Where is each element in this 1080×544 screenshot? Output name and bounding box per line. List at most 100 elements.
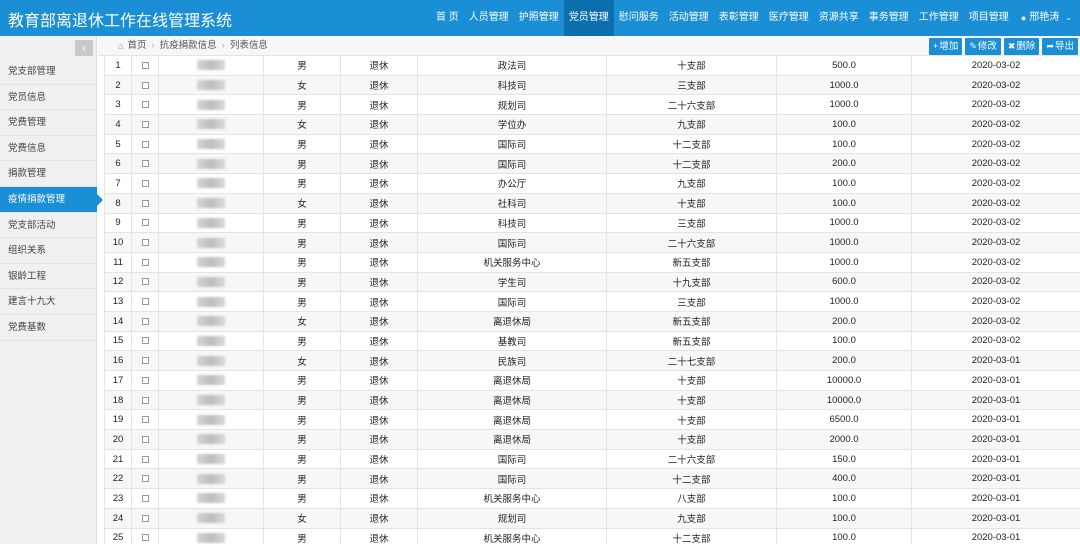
sidebar-item[interactable]: 建言十九大 bbox=[0, 289, 97, 315]
row-checkbox[interactable] bbox=[141, 416, 149, 424]
nav-item[interactable]: 首 页 bbox=[431, 0, 464, 36]
user-menu[interactable]: ● 邢艳涛 ⌄ bbox=[1021, 0, 1072, 36]
sidebar-item[interactable]: 捐款管理 bbox=[0, 161, 97, 187]
nav-item[interactable]: 表彰管理 bbox=[714, 0, 764, 36]
checkbox-cell bbox=[131, 350, 159, 371]
table-row[interactable]: 6 男退休 国际司 十二支部 200.0 2020-03-02 bbox=[104, 153, 1080, 175]
row-checkbox[interactable] bbox=[141, 81, 149, 89]
export-button-label: 导出 bbox=[1054, 41, 1074, 52]
row-checkbox[interactable] bbox=[141, 514, 149, 522]
nav-item[interactable]: 人员管理 bbox=[464, 0, 514, 36]
table-row[interactable]: 9 男退休 科技司 三支部 1000.0 2020-03-02 bbox=[104, 212, 1080, 234]
row-checkbox[interactable] bbox=[141, 494, 149, 502]
amount-cell: 1000.0 bbox=[776, 251, 912, 273]
row-checkbox[interactable] bbox=[141, 258, 149, 266]
row-checkbox[interactable] bbox=[141, 337, 149, 345]
export-icon: ➦ bbox=[1046, 41, 1054, 51]
sidebar-item[interactable]: 党员信息 bbox=[0, 85, 97, 111]
table-row[interactable]: 14 女退休 离退休局 新五支部 200.0 2020-03-02 bbox=[104, 310, 1080, 332]
table-row[interactable]: 10 男退休 国际司 二十六支部 1000.0 2020-03-02 bbox=[104, 232, 1080, 253]
export-button[interactable]: ➦导出 bbox=[1042, 38, 1078, 55]
table-row[interactable]: 8 女退休 社科司 十支部 100.0 2020-03-02 bbox=[104, 192, 1080, 214]
gender-cell: 男 bbox=[263, 133, 341, 155]
row-checkbox[interactable] bbox=[141, 199, 149, 207]
row-checkbox[interactable] bbox=[141, 435, 149, 443]
row-checkbox[interactable] bbox=[141, 298, 149, 306]
status-cell: 退休 bbox=[340, 370, 418, 391]
row-number-cell: 10 bbox=[104, 232, 132, 253]
nav-item[interactable]: 资源共享 bbox=[814, 0, 864, 36]
row-checkbox[interactable] bbox=[141, 317, 149, 325]
table-row[interactable]: 25 男退休 机关服务中心 十二支部 100.0 2020-03-01 bbox=[104, 527, 1080, 544]
table-row[interactable]: 13 男退休 国际司 三支部 1000.0 2020-03-02 bbox=[104, 291, 1080, 312]
sidebar-item[interactable]: 党费管理 bbox=[0, 110, 97, 136]
add-button[interactable]: +增加 bbox=[929, 38, 963, 55]
sidebar-item[interactable]: 疫情捐款管理 bbox=[0, 186, 103, 213]
plus-icon: + bbox=[933, 41, 939, 51]
nav-item[interactable]: 项目管理 bbox=[964, 0, 1014, 36]
table-row[interactable]: 12 男退休 学生司 十九支部 600.0 2020-03-02 bbox=[104, 271, 1080, 293]
collapse-sidebar-button[interactable]: ‹ bbox=[75, 40, 93, 56]
amount-cell: 400.0 bbox=[776, 468, 912, 490]
redacted-name bbox=[197, 316, 225, 327]
edit-button[interactable]: ✎修改 bbox=[965, 38, 1001, 55]
table-row[interactable]: 20 男退休 离退休局 十支部 2000.0 2020-03-01 bbox=[104, 429, 1080, 450]
table-row[interactable]: 2 女退休 科技司 三支部 1000.0 2020-03-02 bbox=[104, 74, 1080, 96]
name-cell-redacted bbox=[158, 488, 264, 509]
table-row[interactable]: 16 女退休 民族司 二十七支部 200.0 2020-03-01 bbox=[104, 350, 1080, 371]
table-row[interactable]: 3 男退休 规划司 二十六支部 1000.0 2020-03-02 bbox=[104, 94, 1080, 116]
table-row[interactable]: 15 男退休 基教司 新五支部 100.0 2020-03-02 bbox=[104, 330, 1080, 352]
sidebar-item[interactable]: 组织关系 bbox=[0, 238, 97, 264]
row-checkbox[interactable] bbox=[141, 396, 149, 404]
date-cell: 2020-03-01 bbox=[911, 488, 1080, 509]
row-checkbox[interactable] bbox=[141, 61, 149, 69]
sidebar-item[interactable]: 党费基数 bbox=[0, 315, 97, 341]
row-checkbox[interactable] bbox=[141, 120, 149, 128]
table-row[interactable]: 23 男退休 机关服务中心 八支部 100.0 2020-03-01 bbox=[104, 488, 1080, 509]
row-checkbox[interactable] bbox=[141, 140, 149, 148]
table-row[interactable]: 5 男退休 国际司 十二支部 100.0 2020-03-02 bbox=[104, 133, 1080, 155]
nav-item[interactable]: 慰问服务 bbox=[614, 0, 664, 36]
nav-item[interactable]: 活动管理 bbox=[664, 0, 714, 36]
checkbox-cell bbox=[131, 133, 159, 155]
breadcrumb-level1[interactable]: 抗疫捐款信息 bbox=[160, 36, 217, 56]
row-checkbox[interactable] bbox=[141, 475, 149, 483]
table-row[interactable]: 24 女退休 规划司 九支部 100.0 2020-03-01 bbox=[104, 507, 1080, 529]
row-checkbox[interactable] bbox=[141, 101, 149, 109]
sidebar-item[interactable]: 银龄工程 bbox=[0, 264, 97, 290]
table-row[interactable]: 17 男退休 离退休局 十支部 10000.0 2020-03-01 bbox=[104, 370, 1080, 391]
table-row[interactable]: 21 男退休 国际司 二十六支部 150.0 2020-03-01 bbox=[104, 448, 1080, 470]
row-checkbox[interactable] bbox=[141, 179, 149, 187]
sidebar-item[interactable]: 党费信息 bbox=[0, 136, 97, 162]
date-cell: 2020-03-02 bbox=[911, 55, 1080, 76]
row-checkbox[interactable] bbox=[141, 219, 149, 227]
row-checkbox[interactable] bbox=[141, 357, 149, 365]
table-row[interactable]: 18 男退休 离退休局 十支部 10000.0 2020-03-01 bbox=[104, 389, 1080, 411]
sidebar-item[interactable]: 党支部活动 bbox=[0, 213, 97, 239]
row-checkbox[interactable] bbox=[141, 534, 149, 542]
table-row[interactable]: 19 男退休 离退休局 十支部 6500.0 2020-03-01 bbox=[104, 409, 1080, 431]
row-checkbox[interactable] bbox=[141, 278, 149, 286]
table-row[interactable]: 4 女退休 学位办 九支部 100.0 2020-03-02 bbox=[104, 114, 1080, 135]
nav-item[interactable]: 工作管理 bbox=[914, 0, 964, 36]
row-checkbox[interactable] bbox=[141, 455, 149, 463]
row-checkbox[interactable] bbox=[141, 239, 149, 247]
table-row[interactable]: 7 男退休 办公厅 九支部 100.0 2020-03-02 bbox=[104, 173, 1080, 194]
table-row[interactable]: 1 男退休 政法司 十支部 500.0 2020-03-02 bbox=[104, 55, 1080, 76]
redacted-name bbox=[197, 198, 225, 209]
checkbox-cell bbox=[131, 153, 159, 175]
sidebar-item[interactable]: 党支部管理 bbox=[0, 59, 97, 85]
nav-item[interactable]: 党员管理 bbox=[563, 0, 614, 41]
row-checkbox[interactable] bbox=[141, 376, 149, 384]
redacted-name bbox=[197, 375, 225, 386]
table-row[interactable]: 22 男退休 国际司 十二支部 400.0 2020-03-01 bbox=[104, 468, 1080, 490]
delete-button[interactable]: ✖删除 bbox=[1003, 38, 1040, 55]
breadcrumb-home[interactable]: 首页 bbox=[127, 36, 146, 56]
row-checkbox[interactable] bbox=[141, 160, 149, 168]
nav-item[interactable]: 护照管理 bbox=[514, 0, 564, 36]
nav-item[interactable]: 医疗管理 bbox=[764, 0, 814, 36]
row-number-cell: 1 bbox=[104, 55, 132, 76]
table-row[interactable]: 11 男退休 机关服务中心 新五支部 1000.0 2020-03-02 bbox=[104, 251, 1080, 273]
date-cell: 2020-03-02 bbox=[911, 173, 1080, 194]
nav-item[interactable]: 事务管理 bbox=[864, 0, 914, 36]
